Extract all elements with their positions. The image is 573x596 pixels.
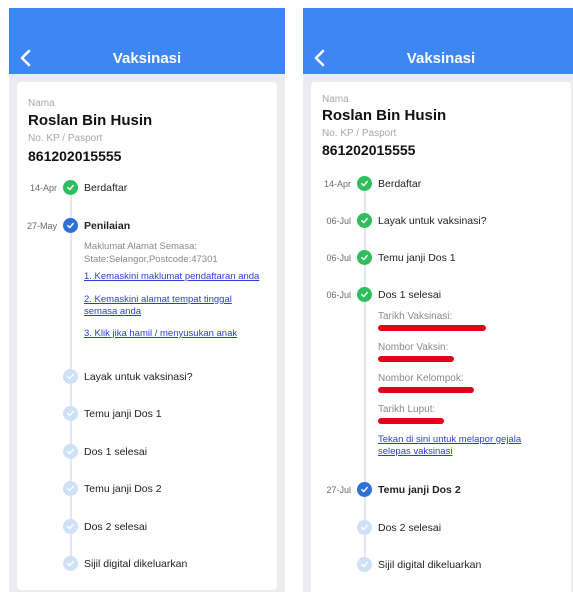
check-icon — [357, 250, 372, 265]
step-date: 06-Jul — [326, 253, 351, 263]
step-label: Layak untuk vaksinasi? — [378, 215, 487, 227]
vaccination-date-label: Tarikh Vaksinasi: — [378, 311, 453, 322]
name-label: Nama — [322, 94, 349, 105]
timeline-step-dose2-complete: Dos 2 selesai — [17, 518, 277, 538]
ic-label: No. KP / Pasport — [28, 133, 103, 144]
header-title: Vaksinasi — [406, 50, 476, 67]
address-value: State:Selangor,Postcode:47301 — [84, 254, 218, 265]
update-address-link-cont[interactable]: semasa anda — [84, 306, 141, 318]
right-screen: Vaksinasi Nama Roslan Bin Husin No. KP /… — [303, 8, 573, 592]
step-label: Dos 1 selesai — [84, 446, 148, 458]
redaction-mark — [378, 325, 486, 331]
timeline-step-digital-certificate: Sijil digital dikeluarkan — [311, 556, 571, 576]
step-date: 27-May — [26, 221, 57, 231]
redaction-mark — [378, 387, 474, 393]
check-icon — [357, 520, 372, 535]
redaction-mark — [378, 418, 444, 424]
step-label: Temu janji Dos 1 — [84, 408, 162, 420]
step-label: Temu janji Dos 2 — [84, 483, 162, 495]
step-label: Sijil digital dikeluarkan — [84, 558, 188, 570]
step-date: 14-Apr — [29, 183, 57, 193]
timeline-step-dose2-complete: Dos 2 selesai — [311, 519, 571, 539]
step-label: Dos 1 selesai — [378, 289, 442, 301]
timeline-step-dose2-appointment: Temu janji Dos 2 — [17, 480, 277, 500]
step-date: 14-Apr — [323, 179, 351, 189]
step-label: Temu janji Dos 2 — [378, 484, 461, 496]
step-date: 06-Jul — [326, 290, 351, 300]
timeline-step-eligibility: 06-Jul Layak untuk vaksinasi? — [311, 212, 571, 232]
name-label: Nama — [28, 98, 55, 109]
step-label: Berdaftar — [84, 182, 128, 194]
step-date: 06-Jul — [326, 216, 351, 226]
app-header: Vaksinasi — [303, 8, 573, 74]
step-label: Berdaftar — [378, 178, 422, 190]
name-value: Roslan Bin Husin — [28, 112, 153, 129]
check-icon — [357, 176, 372, 191]
redaction-mark — [378, 356, 454, 362]
timeline-step-registered: 14-Apr Berdaftar — [17, 179, 277, 199]
report-symptoms-link[interactable]: Tekan di sini untuk melapor gejala — [378, 434, 521, 446]
check-icon — [357, 213, 372, 228]
step-label: Temu janji Dos 1 — [378, 252, 456, 264]
timeline-step-assessment: 27-May Penilaian — [17, 217, 277, 237]
step-label: Dos 2 selesai — [378, 522, 442, 534]
step-label: Sijil digital dikeluarkan — [378, 559, 482, 571]
header-title: Vaksinasi — [112, 50, 182, 67]
pregnant-breastfeeding-link[interactable]: 3. Klik jika hamil / menyusukan anak — [84, 328, 237, 340]
ic-value: 861202015555 — [322, 142, 416, 158]
timeline-step-eligibility: Layak untuk vaksinasi? — [17, 368, 277, 388]
vaccination-card: Nama Roslan Bin Husin No. KP / Pasport 8… — [311, 82, 571, 592]
vaccine-number-label: Nombor Vaksin: — [378, 342, 449, 353]
timeline-step-dose1-appointment: 06-Jul Temu janji Dos 1 — [311, 249, 571, 269]
check-icon — [63, 444, 78, 459]
check-icon — [63, 519, 78, 534]
timeline-step-digital-certificate: Sijil digital dikeluarkan — [17, 555, 277, 575]
name-value: Roslan Bin Husin — [322, 107, 447, 124]
vaccination-card: Nama Roslan Bin Husin No. KP / Pasport 8… — [17, 82, 277, 590]
check-icon — [63, 180, 78, 195]
address-title: Maklumat Alamat Semasa: — [84, 241, 197, 252]
timeline-step-dose2-appointment: 27-Jul Temu janji Dos 2 — [311, 481, 571, 501]
check-icon — [357, 287, 372, 302]
step-label: Dos 2 selesai — [84, 521, 148, 533]
timeline-step-dose1-appointment: Temu janji Dos 1 — [17, 405, 277, 425]
check-icon — [63, 218, 78, 233]
check-icon — [63, 481, 78, 496]
expiry-date-label: Tarikh Luput: — [378, 404, 436, 415]
check-icon — [357, 557, 372, 572]
check-icon — [63, 369, 78, 384]
check-icon — [63, 406, 78, 421]
step-label: Layak untuk vaksinasi? — [84, 371, 193, 383]
app-header: Vaksinasi — [9, 8, 285, 74]
batch-number-label: Nombor Kelompok: — [378, 373, 464, 384]
report-symptoms-link-cont[interactable]: selepas vaksinasi — [378, 446, 452, 458]
step-label: Penilaian — [84, 220, 131, 232]
timeline-step-dose1-complete: 06-Jul Dos 1 selesai — [311, 286, 571, 306]
update-registration-link[interactable]: 1. Kemaskini maklumat pendaftaran anda — [84, 271, 259, 283]
ic-value: 861202015555 — [28, 148, 122, 164]
ic-label: No. KP / Pasport — [322, 128, 397, 139]
update-address-link[interactable]: 2. Kemaskini alamat tempat tinggal — [84, 294, 232, 306]
timeline-line — [364, 185, 366, 561]
check-icon — [357, 482, 372, 497]
timeline-step-registered: 14-Apr Berdaftar — [311, 175, 571, 195]
step-date: 27-Jul — [326, 485, 351, 495]
left-screen: Vaksinasi Nama Roslan Bin Husin No. KP /… — [9, 8, 285, 592]
check-icon — [63, 556, 78, 571]
timeline-step-dose1-complete: Dos 1 selesai — [17, 443, 277, 463]
